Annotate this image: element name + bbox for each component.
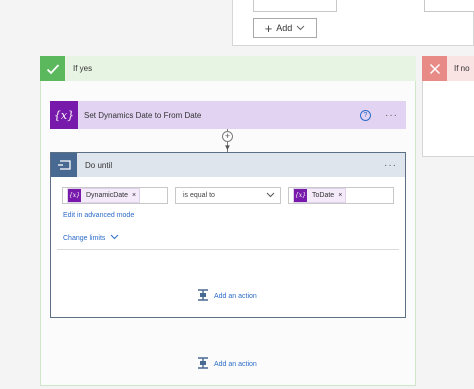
divider (57, 249, 399, 250)
do-until-title: Do until (85, 160, 113, 170)
loop-icon (51, 153, 77, 177)
add-dropdown-button[interactable]: + Add (253, 18, 317, 38)
previous-field-box[interactable] (253, 0, 337, 12)
remove-token-icon[interactable]: × (338, 192, 342, 199)
condition-right-operand-field[interactable]: {x} ToDate × (288, 187, 394, 204)
chevron-down-icon (296, 24, 305, 33)
check-icon (40, 56, 65, 81)
remove-token-icon[interactable]: × (132, 192, 136, 199)
help-icon[interactable]: ? (360, 109, 371, 121)
add-button-label: Add (276, 23, 293, 33)
variable-icon: {x} (50, 101, 78, 129)
edit-advanced-mode-link[interactable]: Edit in advanced mode (63, 212, 134, 219)
add-action-icon (197, 357, 209, 371)
token-label: DynamicDate (86, 192, 129, 199)
operator-select[interactable]: is equal to (175, 187, 281, 204)
dynamic-content-token[interactable]: {x} ToDate × (293, 188, 347, 203)
previous-field-box-right[interactable] (424, 0, 474, 12)
add-action-button[interactable]: Add an action (197, 289, 257, 303)
if-no-header[interactable]: If no (422, 56, 474, 81)
variable-icon: {x} (68, 189, 81, 202)
chevron-down-icon (266, 192, 275, 200)
if-no-branch (422, 81, 474, 157)
chevron-down-icon (110, 234, 119, 242)
more-options-button[interactable]: ··· (385, 110, 398, 121)
add-action-label: Add an action (214, 292, 257, 300)
add-action-label: Add an action (214, 360, 257, 368)
dynamic-content-token[interactable]: {x} DynamicDate × (67, 188, 141, 203)
more-options-button[interactable]: ··· (384, 160, 397, 171)
add-action-icon (197, 289, 209, 303)
condition-left-operand-field[interactable]: {x} DynamicDate × (62, 187, 168, 204)
arrow-down-icon: ▼ (223, 143, 232, 152)
operator-value: is equal to (183, 192, 215, 199)
if-yes-header[interactable]: If yes (40, 56, 416, 81)
set-variable-action-card[interactable]: {x} Set Dynamics Date to From Date ? ··· (50, 101, 406, 129)
token-label: ToDate (312, 192, 335, 199)
add-action-button[interactable]: Add an action (197, 357, 257, 371)
close-icon (422, 56, 447, 81)
insert-step-button[interactable]: + (222, 131, 233, 142)
change-limits-label: Change limits (63, 234, 106, 242)
do-until-header[interactable]: Do until ··· (51, 153, 405, 177)
variable-icon: {x} (294, 189, 307, 202)
if-no-label: If no (454, 64, 470, 73)
plus-icon: + (264, 20, 273, 36)
if-yes-label: If yes (73, 64, 93, 73)
action-title: Set Dynamics Date to From Date (84, 110, 202, 120)
change-limits-link[interactable]: Change limits (63, 234, 119, 242)
